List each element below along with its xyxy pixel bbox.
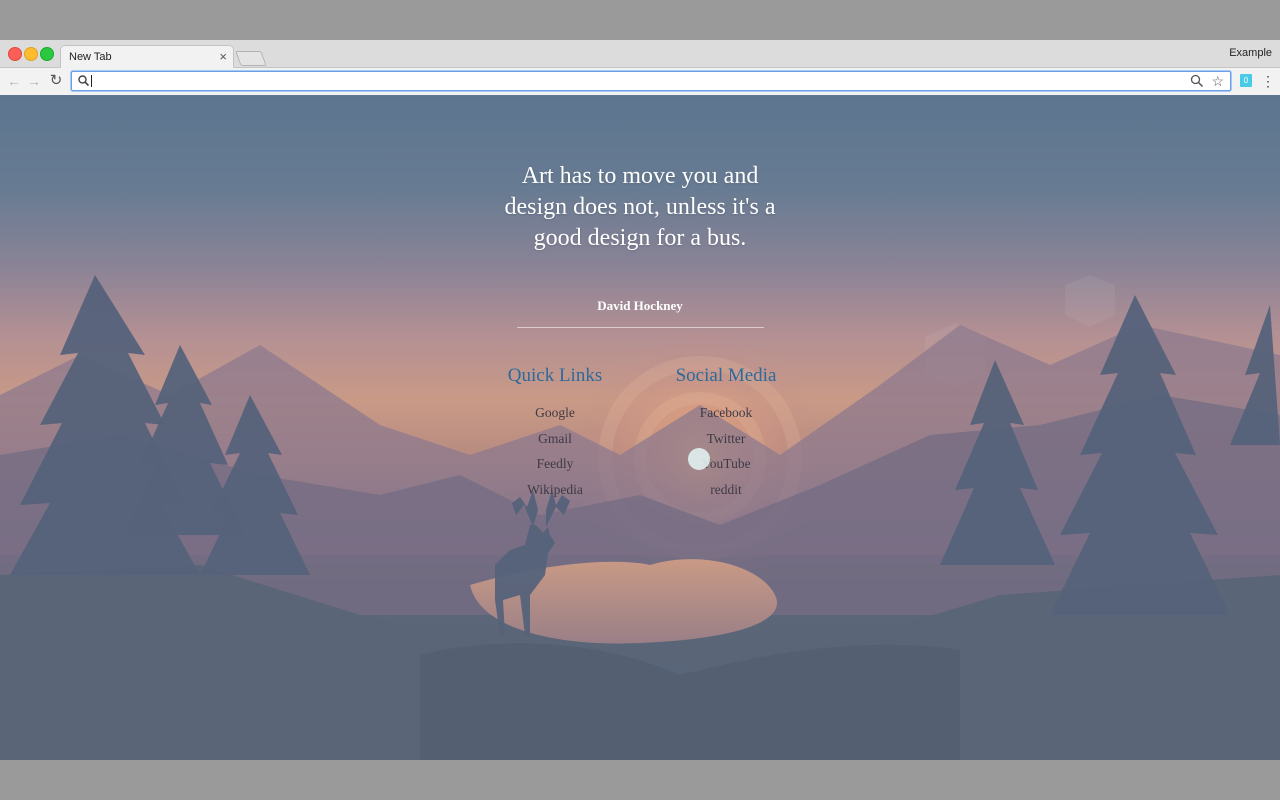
text-caret <box>91 75 92 87</box>
quote-text: Art has to move you and design does not,… <box>504 163 776 251</box>
quick-link-gmail[interactable]: Gmail <box>455 431 655 447</box>
quick-link-wikipedia[interactable]: Wikipedia <box>455 482 655 498</box>
menu-icon[interactable]: ⋮ <box>1261 72 1275 90</box>
window-minimize-button[interactable] <box>24 47 38 61</box>
divider <box>517 327 764 328</box>
window-maximize-button[interactable] <box>40 47 54 61</box>
reload-button[interactable]: ↻ <box>47 72 65 90</box>
zoom-icon[interactable] <box>1190 74 1204 88</box>
browser-window: New Tab × Example ← → ↻ ☆ 0 ⋮ Art has to… <box>0 40 1280 760</box>
search-icon <box>78 75 90 87</box>
quick-links-heading: Quick Links <box>507 365 603 386</box>
address-bar[interactable]: ☆ <box>71 71 1231 91</box>
social-link-twitter[interactable]: Twitter <box>626 431 826 447</box>
social-link-youtube[interactable]: YouTube <box>626 456 826 472</box>
back-button[interactable]: ← <box>5 72 23 90</box>
new-tab-button[interactable] <box>235 51 267 66</box>
bookmark-star-icon[interactable]: ☆ <box>1211 73 1224 89</box>
profile-name[interactable]: Example <box>1229 47 1272 59</box>
toolbar: ← → ↻ ☆ 0 ⋮ <box>0 68 1280 96</box>
tab-title: New Tab <box>69 51 112 63</box>
tab-close-icon[interactable]: × <box>219 49 227 64</box>
address-input[interactable] <box>91 72 1181 90</box>
window-close-button[interactable] <box>8 47 22 61</box>
glow-orb <box>688 448 710 470</box>
quote-author: David Hockney <box>597 298 683 313</box>
social-link-facebook[interactable]: Facebook <box>626 405 826 421</box>
social-link-reddit[interactable]: reddit <box>626 482 826 498</box>
extension-icon[interactable]: 0 <box>1240 74 1252 87</box>
forward-button[interactable]: → <box>25 72 43 90</box>
tab-new-tab[interactable]: New Tab × <box>60 45 234 69</box>
new-tab-page: Art has to move you and design does not,… <box>0 95 1280 760</box>
tab-strip: New Tab × Example <box>0 40 1280 69</box>
content-overlay: Art has to move you and design does not,… <box>0 95 1280 760</box>
social-media-heading: Social Media <box>675 365 777 386</box>
quick-link-feedly[interactable]: Feedly <box>455 456 655 472</box>
desktop-background <box>0 760 1280 800</box>
quick-link-google[interactable]: Google <box>455 405 655 421</box>
